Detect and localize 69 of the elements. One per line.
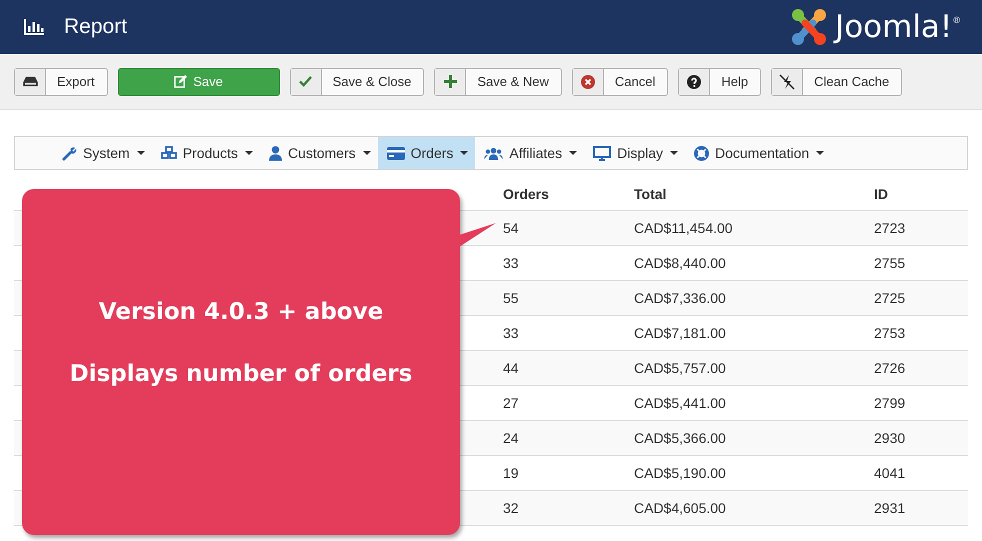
caret-icon xyxy=(460,151,468,155)
table-cell: 27 xyxy=(503,394,519,410)
table-cell: 4041 xyxy=(874,464,906,480)
menu-item[interactable]: Products xyxy=(152,137,260,169)
check-icon xyxy=(290,68,322,94)
users-icon xyxy=(484,146,504,160)
table-cell: CAD$5,757.00 xyxy=(634,360,726,376)
column-header: ID xyxy=(866,179,968,210)
menu-item[interactable]: System xyxy=(53,137,152,169)
table-cell: 55 xyxy=(503,290,519,306)
table-cell: CAD$5,366.00 xyxy=(634,430,726,446)
table-cell: 19 xyxy=(503,464,519,480)
table-cell: 2931 xyxy=(874,500,906,516)
lightning-icon xyxy=(772,68,804,94)
table-cell: 2753 xyxy=(874,324,906,340)
table-cell: CAD$5,441.00 xyxy=(634,394,726,410)
table-cell: CAD$5,190.00 xyxy=(634,464,726,480)
table-cell: 2930 xyxy=(874,430,906,446)
plus-icon xyxy=(435,68,466,94)
user-icon xyxy=(268,146,282,160)
toolbar-button[interactable]: Cancel xyxy=(572,68,668,96)
table-cell: 32 xyxy=(503,500,519,516)
column-header: Orders xyxy=(495,179,626,210)
bar-chart-icon xyxy=(24,19,44,35)
table-cell: 2755 xyxy=(874,254,906,270)
caret-icon xyxy=(670,151,678,155)
caret-icon xyxy=(569,151,578,155)
drive-icon xyxy=(15,68,46,94)
page-title: Report xyxy=(64,15,128,39)
cubes-icon xyxy=(160,146,177,160)
toolbar-button[interactable]: Help xyxy=(678,68,762,96)
lifebuoy-icon xyxy=(694,146,709,160)
table-cell: CAD$8,440.00 xyxy=(634,254,726,270)
toolbar-button[interactable]: Save & Close xyxy=(290,68,424,96)
caret-icon xyxy=(136,151,145,155)
wrench-icon xyxy=(62,146,77,160)
menu-item[interactable]: Documentation xyxy=(685,137,832,169)
help-icon xyxy=(679,68,710,94)
table-cell: CAD$11,454.00 xyxy=(634,220,733,236)
toolbar-button[interactable]: Save & New xyxy=(434,68,562,96)
menu-item[interactable]: Affiliates xyxy=(475,137,584,169)
table-cell: CAD$7,181.00 xyxy=(634,324,726,340)
menu-item[interactable]: Customers xyxy=(260,137,378,169)
menu-item[interactable]: Orders xyxy=(378,137,476,169)
table-cell: 2726 xyxy=(874,360,906,376)
table-cell: 24 xyxy=(503,430,519,446)
table-cell: 2799 xyxy=(874,394,906,410)
card-icon xyxy=(386,146,405,160)
caret-icon xyxy=(362,151,371,155)
callout-text: Displays number of orders xyxy=(70,361,412,387)
toolbar-button[interactable]: Export xyxy=(14,68,108,96)
table-cell: 2725 xyxy=(874,290,906,306)
table-cell: 33 xyxy=(503,254,519,270)
monitor-icon xyxy=(593,146,612,160)
table-cell: 54 xyxy=(503,220,519,236)
column-header: Total xyxy=(626,179,866,210)
table-cell: CAD$7,336.00 xyxy=(634,290,726,306)
toolbar-button[interactable]: Clean Cache xyxy=(771,68,902,96)
registered-mark: ® xyxy=(953,15,960,25)
table-cell: CAD$4,605.00 xyxy=(634,500,726,516)
logo-text: Joomla! xyxy=(835,9,952,45)
caret-icon xyxy=(244,151,253,155)
cancel-icon xyxy=(572,68,604,94)
menu-item[interactable]: Display xyxy=(584,137,685,169)
table-cell: 44 xyxy=(503,360,519,376)
callout-text: Version 4.0.3 + above xyxy=(98,299,384,325)
table-cell: 33 xyxy=(503,324,519,340)
table-cell: 2723 xyxy=(874,220,906,236)
caret-icon xyxy=(816,151,824,155)
